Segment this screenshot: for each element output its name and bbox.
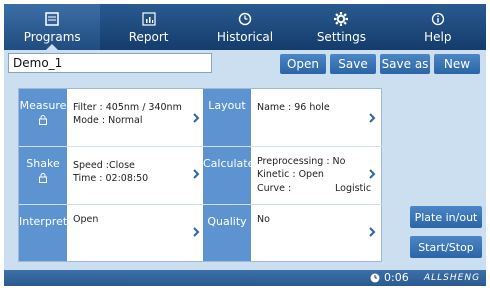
- tab-settings[interactable]: Settings: [293, 4, 389, 50]
- clock-icon: [238, 10, 252, 28]
- chevron-right-icon[interactable]: [191, 227, 201, 237]
- calculate-curve-value: Logistic: [335, 183, 372, 194]
- tab-settings-label: Settings: [316, 30, 367, 44]
- programs-icon: [45, 10, 59, 28]
- open-button[interactable]: Open: [280, 54, 326, 74]
- row-divider: [19, 146, 383, 147]
- calculate-label-text: Calculate: [203, 157, 255, 170]
- gear-icon: [333, 10, 349, 28]
- tab-report[interactable]: Report: [100, 4, 196, 50]
- info-icon: [431, 10, 445, 28]
- chevron-right-icon[interactable]: [191, 113, 201, 123]
- calculate-kinetic: Kinetic : Open: [257, 169, 324, 180]
- shake-label[interactable]: Shake: [19, 147, 67, 204]
- layout-label[interactable]: Layout: [203, 89, 251, 146]
- quality-label-text: Quality: [207, 215, 247, 228]
- quality-label[interactable]: Quality: [203, 205, 251, 261]
- shake-speed: Speed :Close: [73, 160, 135, 171]
- measure-mode: Mode : Normal: [73, 115, 143, 126]
- calculate-curve-label: Curve :: [257, 183, 292, 194]
- tab-historical-label: Historical: [216, 30, 274, 44]
- measure-label[interactable]: Measure: [19, 89, 67, 146]
- chevron-right-icon[interactable]: [367, 227, 377, 237]
- new-button[interactable]: New: [434, 54, 480, 74]
- timer-icon: [370, 273, 380, 283]
- top-tab-bar: Programs Report Historical Settings Help: [4, 4, 486, 50]
- tab-programs[interactable]: Programs: [4, 4, 101, 50]
- interpret-label-text: Interpret: [19, 215, 68, 228]
- chevron-right-icon[interactable]: [191, 169, 201, 179]
- save-button[interactable]: Save: [330, 54, 376, 74]
- save-as-button[interactable]: Save as: [380, 54, 430, 74]
- tab-historical[interactable]: Historical: [197, 4, 293, 50]
- status-bar: 0:06 ALLSHENG: [4, 270, 486, 286]
- settings-grid: Measure Filter : 405nm / 340nm Mode : No…: [18, 88, 383, 262]
- brand-logo: ALLSHENG: [424, 273, 481, 283]
- tab-help-label: Help: [424, 30, 452, 44]
- plate-in-out-button[interactable]: Plate in/out: [410, 206, 482, 228]
- toolbar: Demo_1 Open Save Save as New: [4, 52, 486, 76]
- program-name-field[interactable]: Demo_1: [8, 53, 212, 73]
- chevron-right-icon[interactable]: [367, 113, 377, 123]
- interpret-label[interactable]: Interpret: [19, 205, 67, 261]
- report-icon: [142, 10, 156, 28]
- start-stop-button[interactable]: Start/Stop: [410, 236, 482, 258]
- calculate-label[interactable]: Calculate: [203, 147, 255, 204]
- tab-programs-label: Programs: [23, 30, 81, 44]
- shake-time: Time : 02:08:50: [73, 173, 149, 184]
- shake-label-text: Shake: [26, 157, 60, 170]
- quality-value: No: [257, 214, 270, 225]
- lock-icon: [39, 173, 47, 183]
- lock-icon: [39, 115, 47, 125]
- measure-filter: Filter : 405nm / 340nm: [73, 102, 182, 113]
- elapsed-timer: 0:06: [384, 271, 409, 284]
- tab-report-label: Report: [128, 30, 169, 44]
- chevron-right-icon[interactable]: [367, 169, 377, 179]
- measure-label-text: Measure: [19, 99, 67, 112]
- screen: Programs Report Historical Settings Help: [4, 4, 486, 286]
- interpret-value: Open: [73, 214, 99, 225]
- tab-help[interactable]: Help: [390, 4, 486, 50]
- row-divider: [19, 204, 383, 205]
- calculate-preprocessing: Preprocessing : No: [257, 156, 346, 167]
- layout-name: Name : 96 hole: [257, 102, 330, 113]
- layout-label-text: Layout: [208, 99, 246, 112]
